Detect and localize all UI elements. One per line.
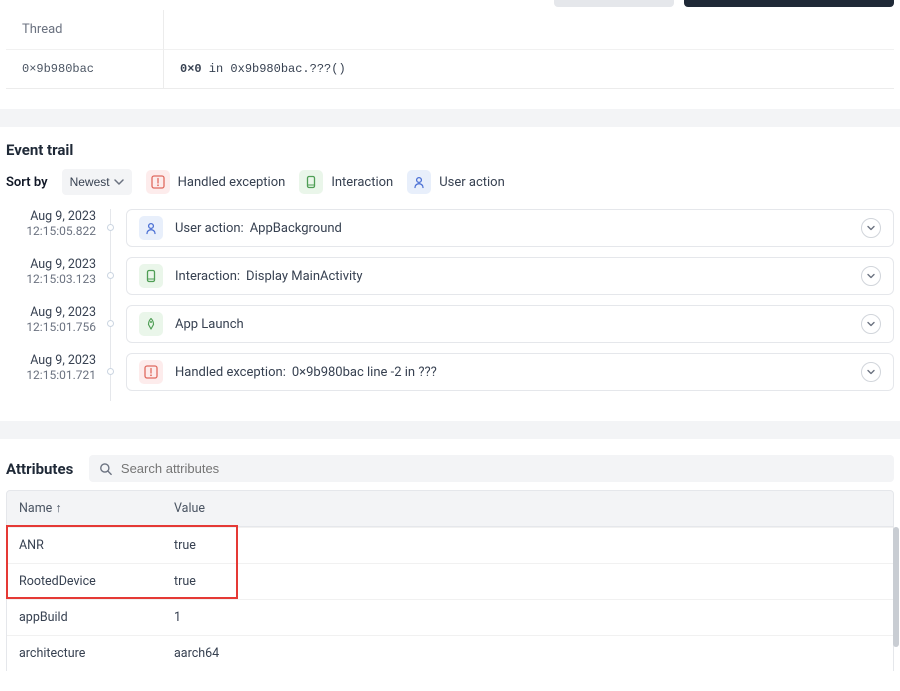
primary-button[interactable] (684, 0, 894, 7)
event-label: User action: (175, 221, 244, 236)
event-time: 12:15:05.822 (6, 224, 96, 238)
attr-name: appBuild (7, 600, 162, 635)
sort-dropdown[interactable]: Newest (62, 169, 132, 195)
attr-value: 1 (162, 600, 893, 635)
event-time: 12:15:01.721 (6, 368, 96, 382)
thread-table: Thread 0×9b980bac 0×0 in 0x9b980bac.???(… (6, 10, 894, 89)
event-row[interactable]: Handled exception: 0×9b980bac line -2 in… (126, 353, 894, 391)
legend-interaction: Interaction (299, 170, 393, 194)
event-trail-title: Event trail (6, 127, 894, 169)
user-action-icon (139, 216, 163, 240)
search-attributes[interactable] (89, 455, 894, 482)
expand-button[interactable] (861, 362, 881, 382)
handled-exception-icon (146, 170, 170, 194)
table-row: ANR true (7, 527, 893, 563)
launch-icon (139, 312, 163, 336)
handled-exception-icon (139, 360, 163, 384)
attr-name: RootedDevice (7, 564, 162, 599)
expand-button[interactable] (861, 266, 881, 286)
legend-user-label: User action (439, 175, 505, 190)
interaction-icon (299, 170, 323, 194)
event-time: 12:15:03.123 (6, 272, 96, 286)
thread-value-head: 0×0 (180, 62, 202, 76)
event-value: AppBackground (250, 221, 342, 236)
attr-value: aarch64 (162, 636, 893, 671)
sort-value: Newest (70, 175, 110, 189)
attr-value: true (162, 564, 893, 599)
event-label: App Launch (175, 317, 244, 332)
attributes-table: Name ↑ Value ANR true RootedDevice true … (6, 490, 894, 671)
legend-handled-label: Handled exception (178, 175, 286, 190)
event-row[interactable]: Interaction: Display MainActivity (126, 257, 894, 295)
event-value: 0×9b980bac line -2 in ??? (292, 365, 437, 380)
event-time: 12:15:01.756 (6, 320, 96, 334)
legend-interaction-label: Interaction (331, 175, 393, 190)
table-row: architecture aarch64 (7, 635, 893, 671)
column-header-value[interactable]: Value (162, 491, 893, 526)
user-action-icon (407, 170, 431, 194)
chevron-down-icon (114, 177, 124, 187)
legend-user: User action (407, 170, 505, 194)
event-date: Aug 9, 2023 (6, 209, 96, 224)
secondary-button[interactable] (554, 0, 674, 7)
expand-button[interactable] (861, 218, 881, 238)
thread-value: 0×0 in 0x9b980bac.???() (164, 49, 894, 88)
attr-name: ANR (7, 528, 162, 563)
table-row: appBuild 1 (7, 599, 893, 635)
attributes-title: Attributes (6, 460, 73, 478)
thread-header-label: Thread (6, 10, 164, 49)
attr-value: true (162, 528, 893, 563)
event-label: Handled exception: (175, 365, 286, 380)
sort-by-label: Sort by (6, 175, 48, 190)
event-date: Aug 9, 2023 (6, 257, 96, 272)
thread-header-value (164, 10, 894, 49)
search-icon (99, 462, 113, 476)
attr-name: architecture (7, 636, 162, 671)
event-label: Interaction: (175, 269, 240, 284)
legend-handled: Handled exception (146, 170, 286, 194)
event-date: Aug 9, 2023 (6, 305, 96, 320)
search-input[interactable] (121, 461, 884, 476)
scrollbar[interactable] (893, 527, 899, 647)
column-header-name[interactable]: Name ↑ (7, 491, 162, 526)
expand-button[interactable] (861, 314, 881, 334)
thread-value-mid: in (202, 62, 231, 76)
event-row[interactable]: App Launch (126, 305, 894, 343)
thread-value-tail: 0x9b980bac.???() (230, 62, 345, 76)
event-row[interactable]: User action: AppBackground (126, 209, 894, 247)
thread-address: 0×9b980bac (6, 49, 164, 88)
table-row: RootedDevice true (7, 563, 893, 599)
event-value: Display MainActivity (246, 269, 363, 284)
event-date: Aug 9, 2023 (6, 353, 96, 368)
interaction-icon (139, 264, 163, 288)
